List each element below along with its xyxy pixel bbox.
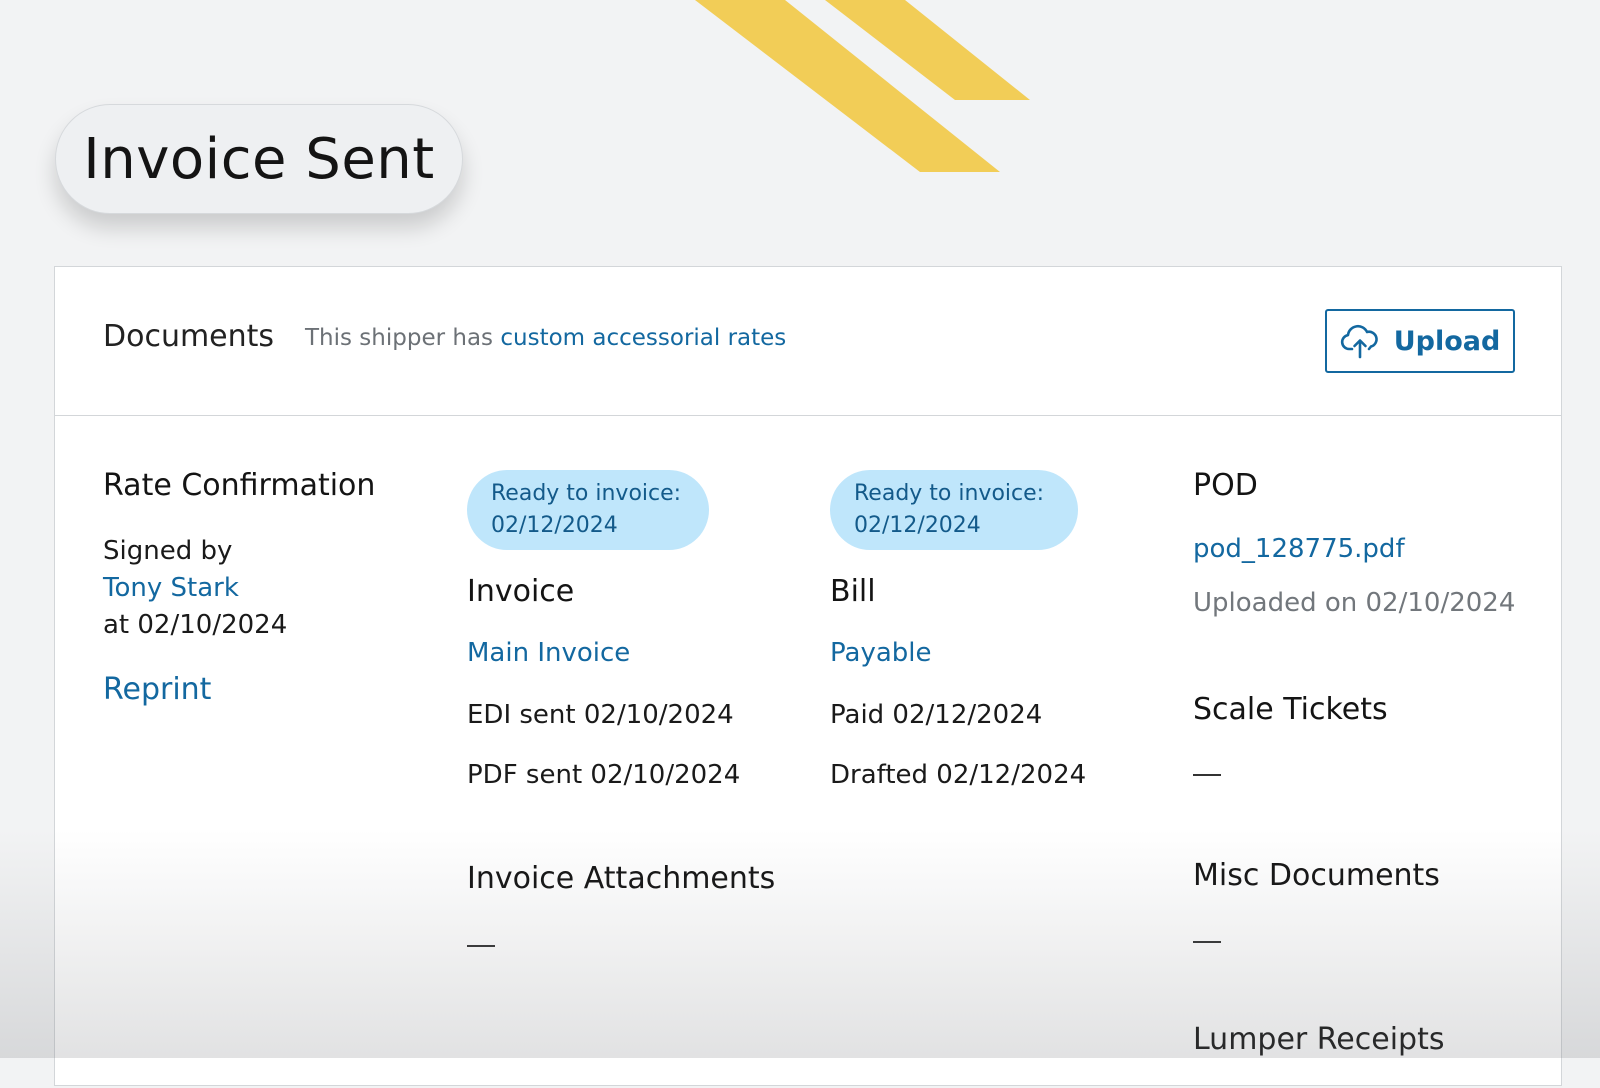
invoice-badge-line2: 02/12/2024 (491, 513, 618, 538)
pdf-sent: PDF sent 02/10/2024 (467, 760, 741, 790)
documents-body: Rate Confirmation Signed by Tony Stark a… (55, 416, 1561, 1088)
payable-link[interactable]: Payable (830, 638, 932, 668)
invoice-status-badge: Ready to invoice: 02/12/2024 (467, 470, 709, 550)
edi-sent: EDI sent 02/10/2024 (467, 700, 734, 730)
main-invoice-link[interactable]: Main Invoice (467, 638, 630, 668)
scale-tickets-title: Scale Tickets (1193, 692, 1388, 727)
rate-confirmation-title: Rate Confirmation (103, 468, 376, 503)
signed-by-label: Signed by (103, 536, 233, 566)
lumper-receipts-title: Lumper Receipts (1193, 1022, 1445, 1057)
invoice-title: Invoice (467, 574, 575, 609)
scale-tickets-empty (1193, 774, 1221, 776)
bill-badge-line2: 02/12/2024 (854, 513, 981, 538)
status-pill: Invoice Sent (55, 104, 463, 214)
invoice-attachments-empty (467, 945, 495, 947)
misc-documents-title: Misc Documents (1193, 858, 1440, 893)
bill-title: Bill (830, 574, 876, 609)
documents-card: Documents This shipper has custom access… (54, 266, 1562, 1086)
misc-documents-empty (1193, 941, 1221, 943)
signed-at: at 02/10/2024 (103, 610, 288, 640)
shipper-note-text: This shipper has (305, 325, 494, 351)
cloud-upload-icon (1340, 323, 1380, 359)
drafted-date: Drafted 02/12/2024 (830, 760, 1087, 790)
status-label: Invoice Sent (83, 126, 435, 192)
bill-status-badge: Ready to invoice: 02/12/2024 (830, 470, 1078, 550)
pod-file-link[interactable]: pod_128775.pdf (1193, 534, 1405, 564)
upload-button[interactable]: Upload (1325, 309, 1515, 373)
invoice-badge-line1: Ready to invoice: (491, 481, 682, 506)
shipper-note: This shipper has custom accessorial rate… (305, 325, 786, 351)
documents-title: Documents (103, 319, 275, 354)
reprint-link[interactable]: Reprint (103, 672, 211, 707)
upload-label: Upload (1393, 325, 1501, 357)
signer-link[interactable]: Tony Stark (103, 573, 239, 603)
documents-header: Documents This shipper has custom access… (55, 267, 1561, 416)
paid-date: Paid 02/12/2024 (830, 700, 1043, 730)
invoice-attachments-title: Invoice Attachments (467, 861, 776, 896)
bill-badge-line1: Ready to invoice: (854, 481, 1045, 506)
pod-uploaded-date: Uploaded on 02/10/2024 (1193, 588, 1516, 618)
pod-title: POD (1193, 468, 1258, 503)
custom-accessorial-rates-link[interactable]: custom accessorial rates (500, 325, 786, 351)
